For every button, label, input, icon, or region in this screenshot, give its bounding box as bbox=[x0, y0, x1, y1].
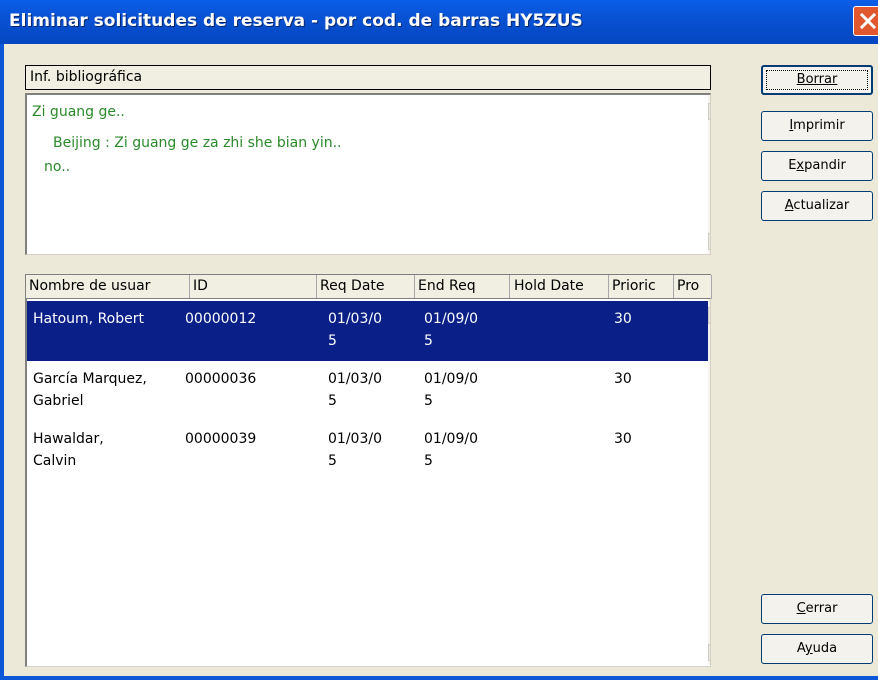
cell-end-req: 01/09/05 bbox=[424, 431, 478, 469]
bib-info-panel: Zi guang ge.. Beijing : Zi guang ge za z… bbox=[25, 93, 711, 255]
ayuda-button-label: Ayuda bbox=[796, 641, 838, 656]
column-header-req-date[interactable]: Req Date bbox=[317, 275, 415, 299]
imprimir-button[interactable]: Imprimir bbox=[761, 111, 873, 141]
scroll-up-button[interactable] bbox=[708, 103, 710, 120]
table-row[interactable]: Hawaldar, Calvin 00000039 01/03/05 01/09… bbox=[27, 421, 709, 481]
column-header-pro[interactable]: Pro bbox=[674, 275, 712, 299]
cell-priority: 30 bbox=[614, 371, 632, 387]
bib-scrollbar[interactable] bbox=[708, 95, 710, 254]
window-frame-left bbox=[0, 44, 4, 680]
table-row[interactable]: Hatoum, Robert 00000012 01/03/05 01/09/0… bbox=[27, 301, 709, 361]
cell-id: 00000036 bbox=[185, 371, 257, 387]
cell-name: García Marquez, Gabriel bbox=[33, 371, 147, 409]
title-bar[interactable]: Eliminar solicitudes de reserva - por co… bbox=[0, 0, 878, 44]
cell-id: 00000012 bbox=[185, 311, 257, 327]
cell-name: Hatoum, Robert bbox=[33, 311, 144, 327]
column-header-name[interactable]: Nombre de usuar bbox=[26, 275, 190, 299]
bib-line-number: no.. bbox=[44, 159, 71, 175]
imprimir-button-label: Imprimir bbox=[789, 118, 845, 133]
cerrar-button-label: Cerrar bbox=[796, 601, 838, 616]
cell-priority: 30 bbox=[614, 431, 632, 447]
scroll-down-button[interactable] bbox=[708, 233, 710, 250]
requests-table: Nombre de usuar ID Req Date End Req Hold… bbox=[25, 274, 712, 667]
cerrar-button[interactable]: Cerrar bbox=[761, 594, 873, 624]
table-header: Nombre de usuar ID Req Date End Req Hold… bbox=[25, 274, 712, 299]
window-frame-bottom bbox=[0, 676, 878, 680]
cell-end-req: 01/09/05 bbox=[424, 311, 478, 349]
requests-list: Hatoum, Robert 00000012 01/03/05 01/09/0… bbox=[25, 298, 711, 667]
cell-priority: 30 bbox=[614, 311, 632, 327]
bib-info-header-label: Inf. bibliográfica bbox=[30, 69, 143, 85]
actualizar-button-label: Actualizar bbox=[784, 198, 850, 213]
cell-end-req: 01/09/05 bbox=[424, 371, 478, 409]
table-row[interactable]: García Marquez, Gabriel 00000036 01/03/0… bbox=[27, 361, 709, 421]
borrar-button-label: Borrar bbox=[796, 72, 838, 87]
cell-name: Hawaldar, Calvin bbox=[33, 431, 104, 469]
actualizar-button[interactable]: Actualizar bbox=[761, 191, 873, 221]
cell-id: 00000039 bbox=[185, 431, 257, 447]
ayuda-button[interactable]: Ayuda bbox=[761, 634, 873, 664]
cell-req-date: 01/03/05 bbox=[328, 311, 382, 349]
borrar-button[interactable]: Borrar bbox=[761, 65, 873, 95]
close-icon bbox=[859, 12, 877, 30]
expandir-button-label: Expandir bbox=[788, 158, 846, 173]
scroll-down-button[interactable] bbox=[708, 644, 710, 661]
cell-req-date: 01/03/05 bbox=[328, 371, 382, 409]
cell-req-date: 01/03/05 bbox=[328, 431, 382, 469]
column-header-id[interactable]: ID bbox=[190, 275, 317, 299]
bib-info-header: Inf. bibliográfica bbox=[25, 65, 711, 90]
scroll-up-button[interactable] bbox=[708, 307, 710, 324]
close-button[interactable] bbox=[853, 6, 878, 36]
column-header-priority[interactable]: Prioric bbox=[609, 275, 674, 299]
bib-line-title: Zi guang ge.. bbox=[32, 104, 125, 120]
table-scrollbar[interactable] bbox=[708, 299, 710, 665]
window-title: Eliminar solicitudes de reserva - por co… bbox=[9, 11, 583, 31]
bib-line-publisher: Beijing : Zi guang ge za zhi she bian yi… bbox=[53, 135, 342, 151]
column-header-end-req[interactable]: End Req bbox=[415, 275, 510, 299]
expandir-button[interactable]: Expandir bbox=[761, 151, 873, 181]
column-header-hold-date[interactable]: Hold Date bbox=[510, 275, 609, 299]
